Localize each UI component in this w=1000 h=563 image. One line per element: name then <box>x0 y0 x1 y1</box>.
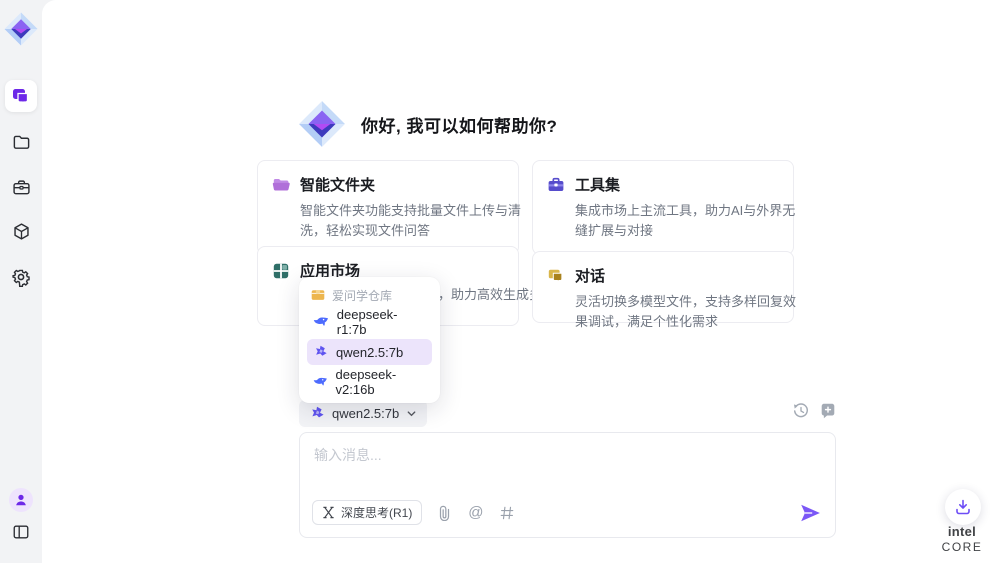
download-fab[interactable] <box>945 489 981 525</box>
mention-button[interactable]: @ <box>467 504 484 521</box>
cube-icon <box>12 222 31 241</box>
main-panel: 你好, 我可以如何帮助你? 智能文件夹 智能文件夹功能支持批量文件上传与清洗，轻… <box>42 0 1000 563</box>
deepseek-icon <box>313 316 329 328</box>
sidebar-item-chat[interactable] <box>5 80 37 112</box>
panel-icon <box>12 523 30 541</box>
model-option-label: deepseek-r1:7b <box>337 307 426 337</box>
intel-core-logo: intel core ULTRA <box>926 524 998 563</box>
app-market-icon <box>272 262 290 280</box>
greeting: 你好, 我可以如何帮助你? <box>297 98 557 150</box>
briefcase-indigo-icon <box>547 176 565 194</box>
greeting-logo-icon <box>297 98 347 150</box>
card-title: 对话 <box>575 265 605 286</box>
person-icon <box>14 493 28 507</box>
new-chat-icon[interactable] <box>819 402 837 420</box>
qwen-icon <box>313 345 328 360</box>
app-window: 你好, 我可以如何帮助你? 智能文件夹 智能文件夹功能支持批量文件上传与清洗，轻… <box>0 0 1000 563</box>
message-input[interactable] <box>314 445 819 491</box>
repo-label: 爱问学仓库 <box>332 287 392 304</box>
sidebar <box>0 0 42 563</box>
card-smart-folder[interactable]: 智能文件夹 智能文件夹功能支持批量文件上传与清洗，轻松实现文件问答 <box>257 160 519 255</box>
topic-button[interactable] <box>498 504 515 521</box>
card-dialog[interactable]: 对话 灵活切换多模型文件，支持多样回复效果调试，满足个性化需求 <box>532 251 794 323</box>
user-avatar[interactable] <box>9 488 33 512</box>
sidebar-collapse-toggle[interactable] <box>5 516 37 548</box>
repo-icon <box>311 289 325 301</box>
model-option-deepseek-r1[interactable]: deepseek-r1:7b <box>307 309 432 335</box>
deep-think-label: 深度思考(R1) <box>341 504 412 521</box>
download-icon <box>955 499 971 515</box>
history-icon[interactable] <box>792 402 810 420</box>
model-option-label: deepseek-v2:16b <box>336 367 426 397</box>
chat-gold-icon <box>547 267 565 285</box>
model-option-label: qwen2.5:7b <box>336 345 403 360</box>
deep-think-button[interactable]: 深度思考(R1) <box>312 500 422 525</box>
chevron-down-icon <box>406 408 417 419</box>
chat-actions <box>792 402 837 420</box>
sidebar-item-settings[interactable] <box>5 261 37 293</box>
card-description: 集成市场上主流工具，助力AI与外界无缝扩展与对接 <box>575 201 797 241</box>
deep-think-icon <box>322 506 335 519</box>
card-title: 工具集 <box>575 174 620 195</box>
attach-file-button[interactable] <box>436 504 453 521</box>
sidebar-item-toolbox[interactable] <box>5 171 37 203</box>
folder-purple-icon <box>272 176 290 194</box>
model-dropdown-header: 爱问学仓库 <box>307 285 432 305</box>
model-option-deepseek-v2[interactable]: deepseek-v2:16b <box>307 369 432 395</box>
chat-icon <box>11 86 31 106</box>
card-toolset[interactable]: 工具集 集成市场上主流工具，助力AI与外界无缝扩展与对接 <box>532 160 794 255</box>
paperclip-icon <box>438 505 451 521</box>
model-selector-label: qwen2.5:7b <box>332 406 399 421</box>
composer: 深度思考(R1) @ <box>299 432 836 538</box>
intel-text: intel <box>948 524 976 539</box>
gear-icon <box>11 267 31 287</box>
greeting-title: 你好, 我可以如何帮助你? <box>361 112 557 137</box>
folder-icon <box>12 133 31 152</box>
briefcase-icon <box>12 178 31 197</box>
send-icon[interactable] <box>799 502 821 524</box>
model-option-qwen[interactable]: qwen2.5:7b <box>307 339 432 365</box>
app-logo-icon[interactable] <box>3 10 39 48</box>
sidebar-item-models[interactable] <box>5 215 37 247</box>
card-description: 灵活切换多模型文件，支持多样回复效果调试，满足个性化需求 <box>575 292 797 332</box>
deepseek-icon <box>313 376 328 388</box>
model-selector-button[interactable]: qwen2.5:7b <box>299 400 427 427</box>
card-description: 智能文件夹功能支持批量文件上传与清洗，轻松实现文件问答 <box>300 201 522 241</box>
sidebar-item-folders[interactable] <box>5 126 37 158</box>
core-text: core <box>942 540 983 554</box>
card-title: 智能文件夹 <box>300 174 375 195</box>
composer-toolbar: 深度思考(R1) @ <box>312 500 821 525</box>
hash-icon <box>500 506 514 520</box>
model-dropdown: 爱问学仓库 deepseek-r1:7b qwen2.5:7b <box>299 277 440 403</box>
qwen-icon <box>309 406 325 422</box>
